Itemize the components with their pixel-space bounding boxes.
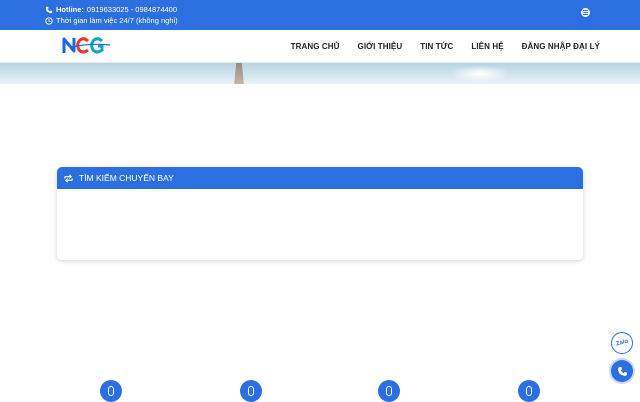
nav-agent-login[interactable]: ĐĂNG NHẬP ĐẠI LÝ bbox=[522, 42, 600, 51]
hours-line: Thời gian làm việc 24/7 (không nghỉ) bbox=[45, 16, 178, 25]
nav-about[interactable]: GIỚI THIỆU bbox=[358, 42, 403, 51]
menu-icon[interactable] bbox=[581, 8, 590, 17]
phone-icon bbox=[45, 6, 53, 13]
feature-icon-1 bbox=[100, 380, 122, 402]
zalo-chat-button[interactable]: Zalo bbox=[611, 332, 633, 354]
top-bar: Hotline: 0919633025 - 0984874400 Thời gi… bbox=[0, 0, 640, 30]
hero-tower-image bbox=[234, 63, 244, 84]
working-hours: Thời gian làm việc 24/7 (không nghỉ) bbox=[56, 16, 178, 25]
nav-home[interactable]: TRANG CHỦ bbox=[291, 42, 340, 51]
nav-news[interactable]: TIN TỨC bbox=[420, 42, 453, 51]
hero-glow bbox=[450, 65, 510, 83]
feature-icon-4 bbox=[518, 380, 540, 402]
call-button[interactable] bbox=[611, 360, 633, 382]
hotline-numbers[interactable]: 0919633025 - 0984874400 bbox=[87, 5, 177, 14]
swap-icon bbox=[64, 173, 73, 183]
nav-menu: TRANG CHỦ GIỚI THIỆU TIN TỨC LIÊN HỆ ĐĂN… bbox=[291, 42, 600, 51]
hotline-line: Hotline: 0919633025 - 0984874400 bbox=[45, 5, 177, 14]
feature-icon-2 bbox=[240, 380, 262, 402]
phone-call-icon bbox=[617, 366, 627, 376]
feature-icon-3 bbox=[378, 380, 400, 402]
nav-contact[interactable]: LIÊN HỆ bbox=[471, 42, 503, 51]
flight-search-header: TÌM KIẾM CHUYẾN BAY bbox=[57, 167, 583, 189]
clock-icon bbox=[45, 16, 53, 25]
hero-banner bbox=[0, 63, 640, 84]
company-logo[interactable] bbox=[62, 34, 112, 56]
flight-search-title: TÌM KIẾM CHUYẾN BAY bbox=[79, 173, 174, 183]
hotline-label: Hotline: bbox=[56, 5, 84, 14]
flight-search-card: TÌM KIẾM CHUYẾN BAY bbox=[57, 167, 583, 260]
zalo-label: Zalo bbox=[615, 338, 629, 348]
